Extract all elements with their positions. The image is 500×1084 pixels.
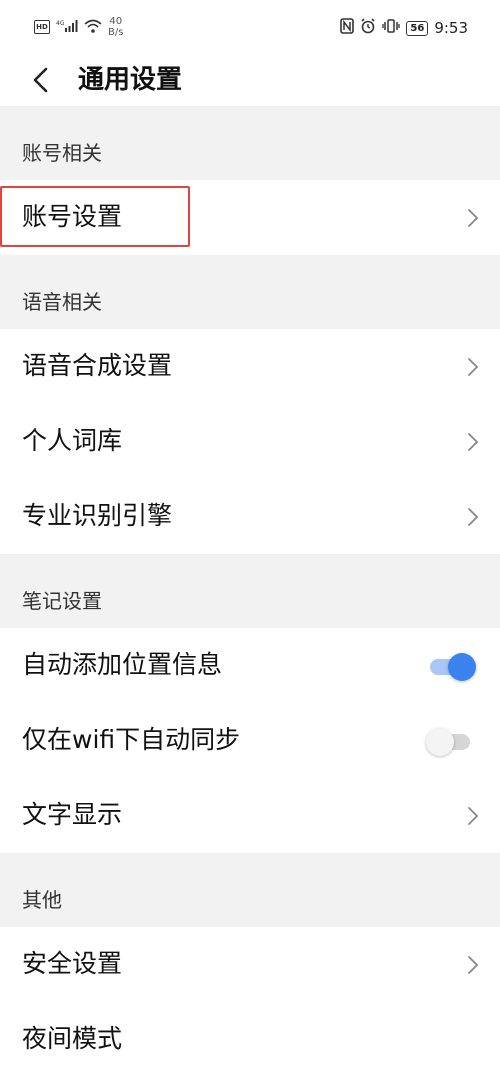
wifi-icon [84,19,102,36]
auto-location-row: 自动添加位置信息 [0,628,500,703]
page-title: 通用设置 [78,65,183,95]
section-header-notes: 笔记设置 [0,554,500,628]
network-speed-value: 40 [109,16,123,27]
section-header-other: 其他 [0,853,500,927]
row-label: 安全设置 [22,949,123,978]
section-title: 笔记设置 [22,589,102,613]
chevron-right-icon [466,954,480,976]
battery-icon: 56 [406,20,429,36]
status-time: 9:53 [434,19,468,37]
nfc-icon [340,18,355,38]
section-header-voice: 语音相关 [0,255,500,329]
row-label: 夜间模式 [22,1024,123,1053]
hd-icon: HD [34,20,50,34]
status-bar-left: HD 4G 40 B/s [34,16,123,38]
personal-dictionary-row[interactable]: 个人词库 [0,404,500,479]
row-label: 语音合成设置 [22,351,173,380]
status-bar-right: 56 9:53 [340,18,468,38]
wifi-sync-row: 仅在wifi下自动同步 [0,703,500,778]
toggle-knob [426,728,454,756]
section-header-account: 账号相关 [0,106,500,180]
wifi-sync-toggle[interactable] [426,726,474,756]
section-title: 语音相关 [22,290,102,314]
row-label: 文字显示 [22,800,123,829]
chevron-left-icon[interactable] [28,66,56,94]
row-label: 自动添加位置信息 [22,650,223,679]
speech-synthesis-row[interactable]: 语音合成设置 [0,329,500,404]
chevron-right-icon [466,506,480,528]
row-label: 仅在wifi下自动同步 [22,725,241,754]
chevron-right-icon [466,805,480,827]
toggle-knob [448,653,476,681]
signal-icon: 4G [56,19,78,36]
section-title: 其他 [22,888,62,912]
header: 通用设置 [0,56,500,106]
row-label: 账号设置 [22,202,123,231]
network-speed: 40 B/s [108,16,123,38]
security-settings-row[interactable]: 安全设置 [0,927,500,1002]
chevron-right-icon [466,431,480,453]
row-label: 个人词库 [22,426,123,455]
settings-list: 账号相关 账号设置 语音相关 语音合成设置 个人词库 专业识别引擎 笔记设置 自… [0,106,500,1077]
row-label: 专业识别引擎 [22,501,173,530]
auto-location-toggle[interactable] [430,651,476,681]
account-settings-row[interactable]: 账号设置 [0,180,500,255]
text-display-row[interactable]: 文字显示 [0,778,500,853]
night-mode-row[interactable]: 夜间模式 [0,1002,500,1077]
section-title: 账号相关 [22,141,102,165]
chevron-right-icon [466,356,480,378]
alarm-icon [360,18,376,38]
recognition-engine-row[interactable]: 专业识别引擎 [0,479,500,554]
vibrate-icon [382,18,401,38]
chevron-right-icon [466,207,480,229]
network-speed-unit: B/s [108,27,124,38]
svg-text:4G: 4G [56,20,65,27]
status-bar: HD 4G 40 B/s 56 9:53 [0,0,500,56]
